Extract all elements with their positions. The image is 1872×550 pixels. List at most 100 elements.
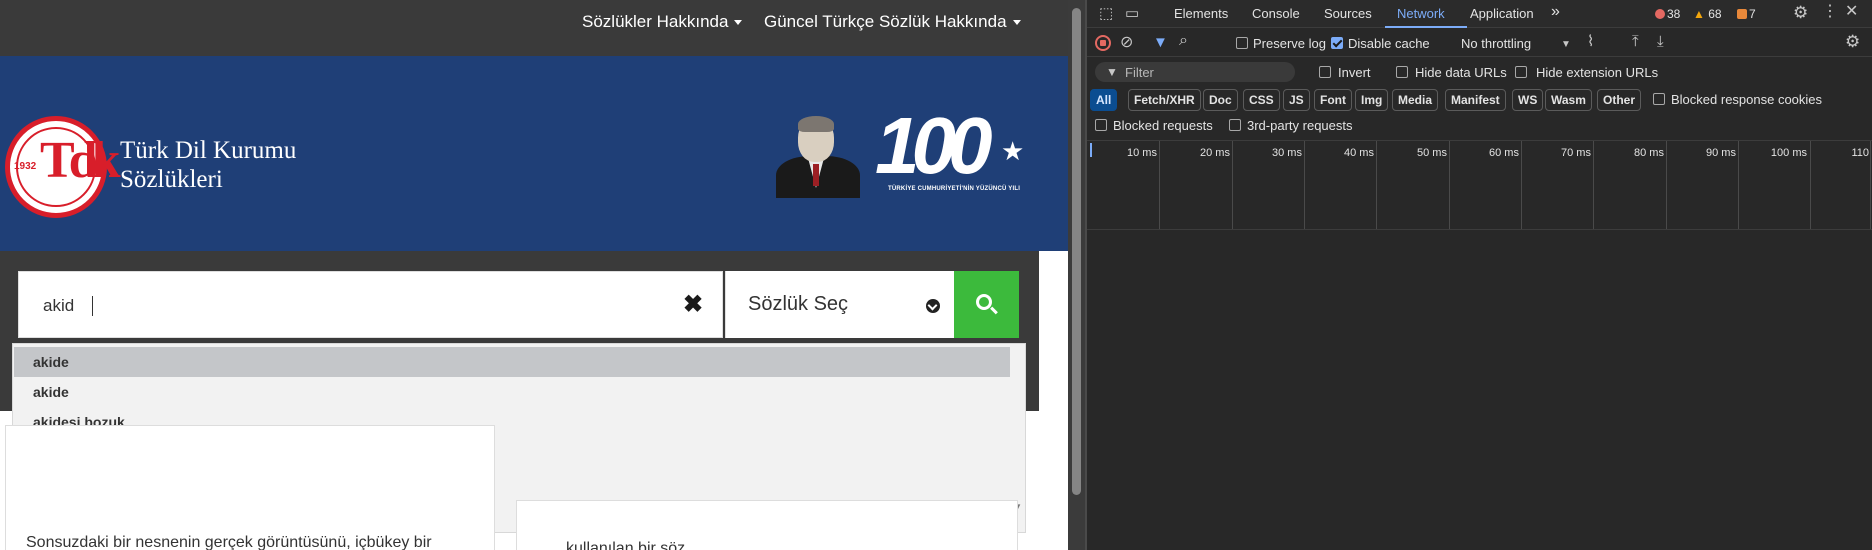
content-card-left (5, 425, 495, 550)
type-filter-fetch-xhr[interactable]: Fetch/XHR (1128, 89, 1201, 111)
hide-data-urls-label: Hide data URLs (1415, 65, 1507, 80)
portrait-tie (813, 164, 819, 186)
centennial-subtitle: TÜRKİYE CUMHURİYETİ'NİN YÜZÜNCÜ YILI (888, 186, 1021, 192)
inspect-element-icon[interactable]: ⬚ (1099, 6, 1113, 21)
timeline-gridline (1810, 141, 1811, 229)
card-left-text: Sonsuzdaki bir nesnenin gerçek görüntüsü… (26, 534, 432, 550)
more-options-icon[interactable]: ⋮ (1822, 4, 1838, 20)
timeline-gridline (1376, 141, 1377, 229)
warning-count-badge[interactable]: ▲ 68 (1693, 7, 1722, 21)
record-stop-icon[interactable] (1095, 35, 1111, 51)
dictionary-select[interactable]: Sözlük Seç (725, 271, 955, 338)
third-party-requests-checkbox[interactable] (1229, 119, 1241, 131)
warning-count: 68 (1708, 7, 1722, 21)
settings-gear-icon[interactable]: ⚙ (1793, 4, 1808, 21)
timeline-gridline (1870, 141, 1871, 229)
timeline-tick-label: 20 ms (1200, 147, 1230, 159)
timeline-gridline (1159, 141, 1160, 229)
centennial-logo: 100 ★ (875, 106, 1025, 194)
invert-checkbox[interactable] (1319, 66, 1331, 78)
timeline-tick-label: 110 (1851, 147, 1869, 159)
search-icon-handle (990, 306, 998, 315)
suggestion-item[interactable]: akide (14, 347, 1010, 377)
close-devtools-icon[interactable]: ✕ (1845, 4, 1858, 20)
timeline-gridline (1521, 141, 1522, 229)
type-filter-css[interactable]: CSS (1243, 89, 1280, 111)
nav-sozlukler-hakkinda[interactable]: Sözlükler Hakkında (582, 12, 743, 32)
dictionary-select-label: Sözlük Seç (748, 293, 849, 315)
tab-sources[interactable]: Sources (1324, 6, 1372, 21)
page-scrollbar[interactable] (1068, 0, 1085, 550)
type-filter-img[interactable]: Img (1355, 89, 1389, 111)
type-filter-all[interactable]: All (1090, 89, 1118, 111)
filter-icon: ▼ (1106, 65, 1118, 79)
top-navigation: Sözlükler Hakkında Güncel Türkçe Sözlük … (0, 0, 1068, 56)
hide-extension-urls-checkbox[interactable] (1515, 66, 1527, 78)
search-icon[interactable]: ⌕ (1179, 33, 1188, 49)
preserve-log-label: Preserve log (1253, 36, 1326, 51)
type-filter-js[interactable]: JS (1283, 89, 1310, 111)
caret-down-icon (1012, 20, 1021, 26)
dropdown-arrow-icon[interactable]: ▼ (1561, 37, 1571, 52)
timeline-gridline (1738, 141, 1739, 229)
blocked-response-cookies-checkbox[interactable] (1653, 93, 1665, 105)
search-input[interactable] (43, 294, 643, 318)
timeline-tick-label: 60 ms (1489, 147, 1519, 159)
type-filter-other[interactable]: Other (1597, 89, 1642, 111)
devtools-tab-bar: ⬚ ▭ Elements Console Sources Network App… (1087, 0, 1872, 28)
nav-label: Sözlükler Hakkında (582, 12, 729, 31)
type-filter-manifest[interactable]: Manifest (1445, 89, 1506, 111)
type-filter-media[interactable]: Media (1392, 89, 1439, 111)
tab-network[interactable]: Network (1397, 6, 1445, 21)
error-count: 38 (1667, 7, 1681, 21)
filter-input[interactable]: ▼ Filter (1095, 62, 1295, 82)
type-filter-wasm[interactable]: Wasm (1545, 89, 1592, 111)
more-tabs-icon[interactable]: » (1551, 3, 1560, 21)
throttling-select[interactable]: No throttling (1461, 36, 1531, 51)
card-right-text: kullanılan bir söz (566, 540, 686, 550)
network-settings-icon[interactable]: ⚙ (1845, 33, 1860, 50)
tab-application[interactable]: Application (1470, 6, 1534, 21)
logo-mark: Tdk (40, 132, 120, 189)
search-button[interactable] (954, 271, 1019, 338)
network-overview-timeline[interactable]: 10 ms 20 ms 30 ms 40 ms 50 ms 60 ms 70 m… (1087, 140, 1872, 230)
header-banner: 1932 Tdk Türk Dil Kurumu Sözlükleri 100 … (0, 56, 1068, 251)
hide-data-urls-checkbox[interactable] (1396, 66, 1408, 78)
timeline-tick-label: 40 ms (1344, 147, 1374, 159)
scrollbar-thumb[interactable] (1072, 8, 1081, 495)
close-icon: ✖ (682, 291, 704, 318)
centennial-number: 100 (875, 101, 993, 190)
clear-icon[interactable]: ⊘ (1120, 35, 1133, 51)
active-tab-indicator (1385, 26, 1467, 28)
clear-search-button[interactable]: ✖ (668, 290, 718, 320)
tab-console[interactable]: Console (1252, 6, 1300, 21)
disable-cache-checkbox[interactable] (1331, 37, 1343, 49)
timeline-tick-label: 50 ms (1417, 147, 1447, 159)
nav-guncel-turkce-sozluk-hakkinda[interactable]: Güncel Türkçe Sözlük Hakkında (764, 12, 1021, 32)
tab-elements[interactable]: Elements (1174, 6, 1228, 21)
search-input-container[interactable] (18, 271, 723, 338)
suggestion-item[interactable]: akide (14, 377, 1010, 407)
filter-icon[interactable]: ▼ (1153, 35, 1168, 50)
portrait-hair (798, 116, 834, 132)
timeline-gridline (1232, 141, 1233, 229)
import-har-icon[interactable]: ⤒ (1632, 34, 1639, 49)
blocked-requests-checkbox[interactable] (1095, 119, 1107, 131)
export-har-icon[interactable]: ⤓ (1657, 34, 1664, 49)
issues-count-badge[interactable]: 7 (1737, 7, 1756, 21)
type-filter-doc[interactable]: Doc (1203, 89, 1238, 111)
error-icon (1655, 9, 1665, 19)
site-title[interactable]: Türk Dil Kurumu Sözlükleri (120, 136, 296, 194)
warning-icon: ▲ (1693, 7, 1705, 21)
device-toolbar-icon[interactable]: ▭ (1125, 6, 1139, 21)
type-filter-ws[interactable]: WS (1512, 89, 1544, 111)
network-conditions-icon[interactable]: ⌇ (1587, 34, 1594, 49)
type-filter-font[interactable]: Font (1314, 89, 1352, 111)
error-count-badge[interactable]: 38 (1655, 7, 1680, 21)
devtools-panel: ⬚ ▭ Elements Console Sources Network App… (1087, 0, 1872, 550)
preserve-log-checkbox[interactable] (1236, 37, 1248, 49)
invert-label: Invert (1338, 65, 1371, 80)
caret-down-icon (734, 20, 743, 26)
timeline-gridline (1593, 141, 1594, 229)
tdk-logo[interactable]: 1932 Tdk (5, 116, 120, 218)
